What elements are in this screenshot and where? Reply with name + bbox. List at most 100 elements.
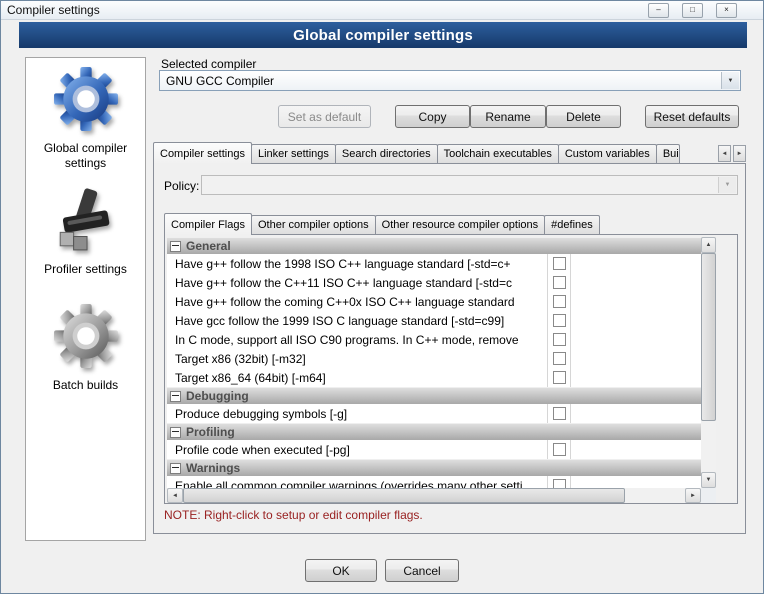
category-label: Profiling [186, 425, 235, 439]
window-controls: – □ × [648, 2, 737, 18]
checkbox-cell [548, 404, 571, 423]
flag-row[interactable]: Have g++ follow the 1998 ISO C++ languag… [167, 254, 701, 273]
sidebar-item-profiler-settings[interactable]: Profiler settings [26, 187, 145, 277]
flag-label: Produce debugging symbols [-g] [167, 404, 548, 423]
sidebar-item-global-compiler-settings[interactable]: Global compiler settings [26, 66, 145, 171]
flag-row[interactable]: Produce debugging symbols [-g] [167, 404, 701, 423]
flag-label: Have g++ follow the coming C++0x ISO C++… [167, 292, 548, 311]
tab-custom-variables[interactable]: Custom variables [557, 144, 657, 163]
gear-gray-icon [53, 304, 118, 368]
collapse-icon[interactable] [170, 390, 181, 402]
vertical-scrollbar[interactable]: ▲ ▼ [701, 237, 716, 488]
tab-scrollers: ◄ ► [716, 145, 746, 162]
flag-checkbox[interactable] [552, 443, 566, 456]
dialog-header: Global compiler settings [19, 22, 747, 48]
sidebar-label-global-compiler-settings: Global compiler settings [43, 141, 128, 170]
scroll-left-icon[interactable]: ◄ [167, 488, 183, 503]
flag-category-profiling[interactable]: Profiling [167, 423, 701, 440]
window-title: Compiler settings [7, 3, 100, 17]
checkbox-cell [548, 476, 571, 488]
subtab-other-compiler-options[interactable]: Other compiler options [250, 215, 376, 234]
close-button[interactable]: × [716, 2, 737, 18]
flag-label: Profile code when executed [-pg] [167, 440, 548, 459]
delete-button[interactable]: Delete [546, 105, 621, 128]
cancel-button[interactable]: Cancel [385, 559, 459, 582]
flag-row[interactable]: In C mode, support all ISO C90 programs.… [167, 330, 701, 349]
copy-button[interactable]: Copy [395, 105, 470, 128]
sidebar-item-batch-builds[interactable]: Batch builds [26, 303, 145, 393]
flag-label: Have g++ follow the C++11 ISO C++ langua… [167, 273, 548, 292]
flag-checkbox[interactable] [552, 314, 566, 327]
tab-toolchain-executables[interactable]: Toolchain executables [436, 144, 559, 163]
tab-compiler-settings[interactable]: Compiler settings [153, 142, 252, 164]
compiler-dropdown[interactable]: GNU GCC Compiler ▼ [159, 70, 741, 91]
checkbox-cell [548, 311, 571, 330]
vertical-scrollbar-thumb[interactable] [701, 253, 716, 421]
flag-row[interactable]: Target x86 (32bit) [-m32] [167, 349, 701, 368]
collapse-icon[interactable] [170, 462, 181, 474]
dropdown-arrow-icon[interactable]: ▼ [721, 72, 739, 89]
compiler-settings-dialog: Compiler settings – □ × Global compiler … [0, 0, 764, 594]
category-label: Warnings [186, 461, 241, 475]
flag-checkbox[interactable] [552, 352, 566, 365]
flag-label: Target x86 (32bit) [-m32] [167, 349, 548, 368]
flag-row[interactable]: Target x86_64 (64bit) [-m64] [167, 368, 701, 387]
main-tabstrip: ◄ ► Compiler settings Linker settings Sear… [153, 142, 747, 164]
flag-checkbox[interactable] [552, 276, 566, 289]
flag-checkbox[interactable] [552, 407, 566, 420]
flag-category-warnings[interactable]: Warnings [167, 459, 701, 476]
flag-label: Target x86_64 (64bit) [-m64] [167, 368, 548, 387]
gear-blue-icon [53, 67, 118, 131]
tab-scroll-right-icon[interactable]: ► [733, 145, 746, 162]
flag-row[interactable]: Enable all common compiler warnings (ove… [167, 476, 701, 488]
collapse-icon[interactable] [170, 240, 181, 252]
horizontal-scrollbar[interactable]: ◄ ► [167, 488, 701, 503]
dialog-footer: OK Cancel [1, 559, 763, 582]
settings-sidebar: Global compiler settings Profiler settin… [25, 57, 146, 541]
sidebar-label-batch-builds: Batch builds [52, 378, 119, 392]
tab-scroll-left-icon[interactable]: ◄ [718, 145, 731, 162]
compiler-flags-panel: General Have g++ follow the 1998 ISO C++ … [164, 234, 738, 504]
horizontal-scrollbar-thumb[interactable] [183, 488, 625, 503]
ok-button[interactable]: OK [305, 559, 377, 582]
policy-dropdown[interactable]: ▼ [201, 175, 738, 195]
subtab-other-resource-compiler-options[interactable]: Other resource compiler options [374, 215, 546, 234]
flag-category-general[interactable]: General [167, 237, 701, 254]
reset-defaults-button[interactable]: Reset defaults [645, 105, 739, 128]
scroll-down-icon[interactable]: ▼ [701, 472, 716, 488]
compiler-toolbar: Set as default Copy Rename Delete Reset … [153, 105, 747, 128]
flag-checkbox[interactable] [552, 333, 566, 346]
flag-checkbox[interactable] [552, 371, 566, 384]
tab-search-directories[interactable]: Search directories [334, 144, 438, 163]
sub-tabstrip: Compiler Flags Other compiler options Othe… [164, 213, 738, 235]
flag-label: Have gcc follow the 1999 ISO C language … [167, 311, 548, 330]
flag-row[interactable]: Have gcc follow the 1999 ISO C language … [167, 311, 701, 330]
flag-checkbox[interactable] [552, 257, 566, 270]
minimize-button[interactable]: – [648, 2, 669, 18]
rename-button[interactable]: Rename [470, 105, 546, 128]
flag-category-debugging[interactable]: Debugging [167, 387, 701, 404]
maximize-button[interactable]: □ [682, 2, 703, 18]
scroll-up-icon[interactable]: ▲ [701, 237, 716, 253]
flag-checkbox[interactable] [552, 479, 566, 488]
checkbox-cell [548, 273, 571, 292]
scroll-right-icon[interactable]: ► [685, 488, 701, 503]
profiler-tool-icon [59, 188, 109, 251]
checkbox-cell [548, 349, 571, 368]
flag-label: Have g++ follow the 1998 ISO C++ languag… [167, 254, 548, 273]
title-bar[interactable]: Compiler settings – □ × [1, 1, 763, 20]
set-as-default-button[interactable]: Set as default [278, 105, 371, 128]
flag-row[interactable]: Have g++ follow the coming C++0x ISO C++… [167, 292, 701, 311]
tab-linker-settings[interactable]: Linker settings [250, 144, 336, 163]
flag-row[interactable]: Profile code when executed [-pg] [167, 440, 701, 459]
note-text: NOTE: Right-click to setup or edit compi… [164, 508, 423, 522]
tab-bui[interactable]: Bui [655, 144, 680, 163]
flag-checkbox[interactable] [552, 295, 566, 308]
main-panel: Selected compiler GNU GCC Compiler ▼ Set… [153, 53, 747, 534]
checkbox-cell [548, 368, 571, 387]
subtab-compiler-flags[interactable]: Compiler Flags [164, 213, 252, 235]
compiler-settings-tab-panel: Policy: ▼ Compiler Flags Other compiler o… [153, 163, 746, 534]
subtab-defines[interactable]: #defines [544, 215, 600, 234]
collapse-icon[interactable] [170, 426, 181, 438]
flag-row[interactable]: Have g++ follow the C++11 ISO C++ langua… [167, 273, 701, 292]
